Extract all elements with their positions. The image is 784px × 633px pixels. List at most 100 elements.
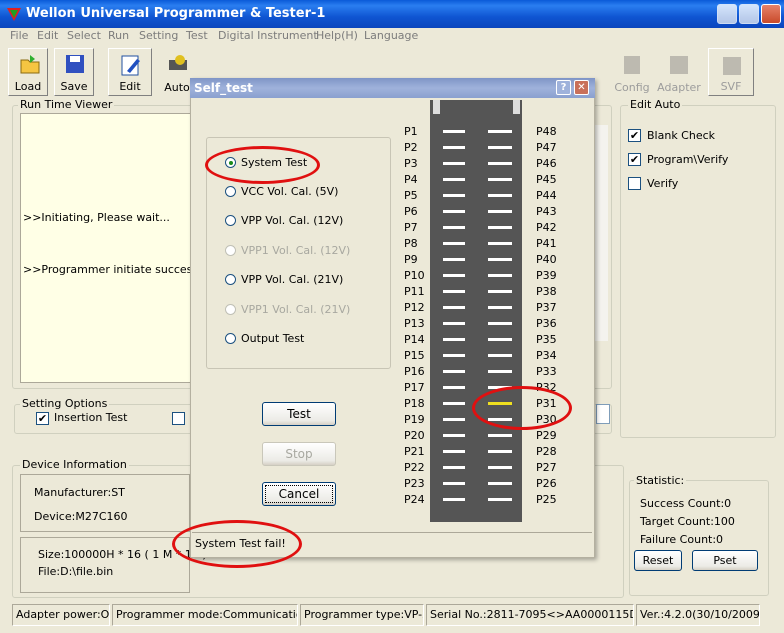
pin-marker [488,290,512,293]
pin-label: P29 [536,429,557,442]
pin-marker [443,338,465,341]
highlight-system-test [205,146,320,184]
pin-label: P48 [536,125,557,138]
pin-label: P1 [404,125,418,138]
edit-pencil-icon [121,55,140,76]
output-test-radio[interactable] [225,333,236,344]
option-label: VPP Vol. Cal. (21V) [241,273,344,286]
pin-marker [443,450,465,453]
pin-label: P13 [404,317,425,330]
target-count: Target Count:100 [640,515,735,528]
verify-checkbox[interactable] [628,177,641,190]
device-info-label: Device Information [20,458,129,471]
menu-language[interactable]: Language [364,29,418,42]
pin-marker [488,498,512,501]
pin-marker [488,482,512,485]
pin-label: P21 [404,445,425,458]
option-label: Output Test [241,332,305,345]
pin-marker [488,306,512,309]
reset-button[interactable]: Reset [634,550,682,571]
pin-marker [443,258,465,261]
vpp1-cal-21v-radio[interactable] [225,304,236,315]
option-field[interactable] [596,404,610,424]
window-title: Wellon Universal Programmer & Tester-1 [26,6,326,21]
auto-button[interactable]: Auto [160,48,194,96]
pin-marker [443,418,465,421]
blank-check-checkbox[interactable]: ✔ [628,129,641,142]
status-adapter-power: Adapter power:ON [12,604,110,626]
cancel-button[interactable]: Cancel [262,482,336,506]
adapter-icon [670,56,688,74]
pin-label: P12 [404,301,425,314]
menu-digital-instrument[interactable]: Digital Instrument [218,29,318,42]
pin-label: P4 [404,173,418,186]
pin-marker [443,178,465,181]
floppy-icon [66,55,84,73]
save-button[interactable]: Save [54,48,94,96]
menu-test[interactable]: Test [186,29,208,42]
maximize-button[interactable] [739,4,759,24]
menu-setting[interactable]: Setting [139,29,178,42]
pin-marker [488,258,512,261]
pin-label: P20 [404,429,425,442]
test-button[interactable]: Test [262,402,336,426]
pin-label: P2 [404,141,418,154]
pin-label: P39 [536,269,557,282]
pin-label: P17 [404,381,425,394]
adapter-button[interactable]: Adapter [656,48,702,96]
menu-select[interactable]: Select [67,29,101,42]
menu-run[interactable]: Run [108,29,129,42]
edit-button[interactable]: Edit [108,48,152,96]
pset-button[interactable]: Pset [692,550,758,571]
manufacturer-text: Manufacturer:ST [34,486,125,499]
vpp1-cal-12v-radio[interactable] [225,245,236,256]
pin-marker [488,226,512,229]
load-button[interactable]: Load [8,48,48,96]
menu-file[interactable]: File [10,29,28,42]
vpp-cal-21v-radio[interactable] [225,274,236,285]
status-version: Ver.:4.2.0(30/10/2009) [636,604,760,626]
option-checkbox[interactable] [172,412,185,425]
vpp-cal-12v-radio[interactable] [225,215,236,226]
svf-button[interactable]: SVF [708,48,754,96]
pin-marker [443,242,465,245]
status-programmer-type: Programmer type:VP-280 [300,604,424,626]
pin-label: P45 [536,173,557,186]
verify-label: Verify [647,177,679,190]
help-button[interactable]: ? [556,80,571,95]
program-verify-checkbox[interactable]: ✔ [628,153,641,166]
menu-edit[interactable]: Edit [37,29,58,42]
dialog-close-button[interactable]: ✕ [574,80,589,95]
dialog-title-bar: Self_test ? ✕ [190,78,595,98]
pin-marker [488,178,512,181]
vcc-cal-5v-radio[interactable] [225,186,236,197]
pin-marker [443,402,465,405]
pin-marker [488,434,512,437]
pin-marker [488,338,512,341]
pin-label: P26 [536,477,557,490]
pin-label: P44 [536,189,557,202]
pin-label: P14 [404,333,425,346]
pin-label: P41 [536,237,557,250]
stop-button[interactable]: Stop [262,442,336,466]
pin-label: P24 [404,493,425,506]
pin-marker [488,162,512,165]
highlight-status [172,520,302,568]
statistic-label: Statistic: [634,474,687,487]
config-button[interactable]: Config [612,48,652,96]
runtime-log[interactable]: >>Initiating, Please wait... >>Programme… [20,113,203,383]
pin-marker [443,146,465,149]
svf-icon [723,57,741,75]
menu-help[interactable]: Help(H) [316,29,358,42]
menu-bar: File Edit Select Run Setting Test Digita… [0,28,784,46]
pin-label: P16 [404,365,425,378]
minimize-button[interactable] [717,4,737,24]
pin-marker [443,322,465,325]
chip-notch-left [433,100,440,114]
insertion-test-checkbox[interactable]: ✔ [36,412,49,425]
pin-label: P37 [536,301,557,314]
pin-marker [488,322,512,325]
edit-auto-label: Edit Auto [628,98,683,111]
close-button[interactable] [761,4,781,24]
runtime-scrollbar[interactable] [594,125,608,341]
